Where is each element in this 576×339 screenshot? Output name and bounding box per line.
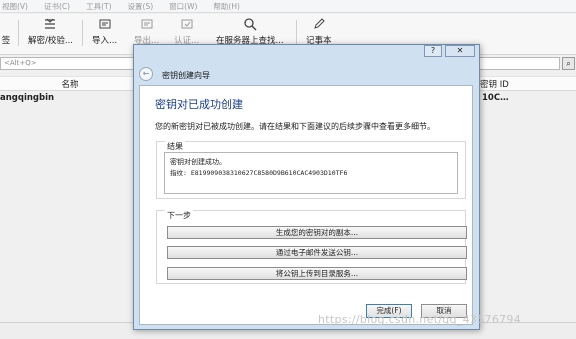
dialog-title: 密钥创建向导 <box>162 71 210 80</box>
column-header-name[interactable]: 名称 <box>40 78 100 90</box>
toolbar-separator <box>296 20 297 46</box>
cell-key-id: 10C… <box>482 93 509 103</box>
dialog-title-row: ← 密钥创建向导 <box>139 67 469 83</box>
notepad-icon <box>311 16 327 32</box>
sign-icon <box>0 16 14 32</box>
menu-view[interactable]: 视图(V) <box>2 1 28 12</box>
next-steps-label: 下一步 <box>165 210 193 221</box>
email-public-key-button[interactable]: 通过电子邮件发送公钥... <box>167 246 467 259</box>
cell-name: angqingbin <box>0 93 55 103</box>
certify-icon <box>179 16 195 32</box>
search-button[interactable]: ⌕ <box>562 57 575 70</box>
menu-tools[interactable]: 工具(T) <box>86 1 111 12</box>
toolbar-separator <box>18 20 19 46</box>
description-text: 您的新密钥对已被成功创建。请在结果和下面建议的后续步骤中查看更多细节。 <box>155 122 435 131</box>
fingerprint-line: 指纹: E819909038310627C8580D9B610CAC4903D1… <box>170 169 348 177</box>
import-icon <box>97 16 113 32</box>
toolbar-separator <box>82 20 83 46</box>
watermark: https://blog.csdn.net/qq_43576794 <box>318 313 522 326</box>
decrypt-verify-label: 解密/校验... <box>28 36 73 46</box>
import-label: 导入... <box>92 36 118 46</box>
result-status-line: 密钥对创建成功。 <box>170 158 226 166</box>
result-group-label: 结果 <box>165 141 185 152</box>
backup-keypair-button[interactable]: 生成您的密钥对的副本... <box>167 226 467 239</box>
menu-certificate[interactable]: 证书(C) <box>44 1 70 12</box>
menu-help[interactable]: 帮助(H) <box>213 1 240 12</box>
decrypt-verify-button[interactable]: 解密/校验... <box>28 16 73 50</box>
key-creation-wizard-dialog: ? ✕ ← 密钥创建向导 密钥对已成功创建 您的新密钥对已被成功创建。请在结果和… <box>133 44 480 330</box>
import-button[interactable]: 导入... <box>92 16 117 50</box>
dialog-body: 密钥对已成功创建 您的新密钥对已被成功创建。请在结果和下面建议的后续步骤中查看更… <box>139 85 473 325</box>
close-button[interactable]: ✕ <box>445 45 475 57</box>
search-icon <box>242 16 258 32</box>
menu-window[interactable]: 窗口(W) <box>169 1 197 12</box>
result-textbox[interactable]: 密钥对创建成功。 指纹: E819909038310627C8580D9B610… <box>164 152 458 194</box>
page-heading: 密钥对已成功创建 <box>155 98 243 111</box>
help-button[interactable]: ? <box>424 45 442 57</box>
menubar: 视图(V) 证书(C) 工具(T) 设置(S) 窗口(W) 帮助(H) <box>0 0 576 13</box>
decrypt-verify-icon <box>42 16 58 32</box>
search-icon: ⌕ <box>566 59 571 68</box>
result-group: 结果 密钥对创建成功。 指纹: E819909038310627C8580D9B… <box>156 141 466 199</box>
export-icon <box>139 16 155 32</box>
menu-settings[interactable]: 设置(S) <box>128 1 154 12</box>
sign-label: 签 <box>1 36 11 46</box>
next-steps-group: 下一步 生成您的密钥对的副本... 通过电子邮件发送公钥... 将公钥上传到目录… <box>156 210 467 284</box>
sign-button[interactable]: 签 <box>0 16 14 50</box>
back-arrow-icon[interactable]: ← <box>139 67 153 81</box>
upload-public-key-button[interactable]: 将公钥上传到目录服务... <box>167 267 467 280</box>
column-header-key-id[interactable]: 密钥 ID <box>480 78 509 90</box>
